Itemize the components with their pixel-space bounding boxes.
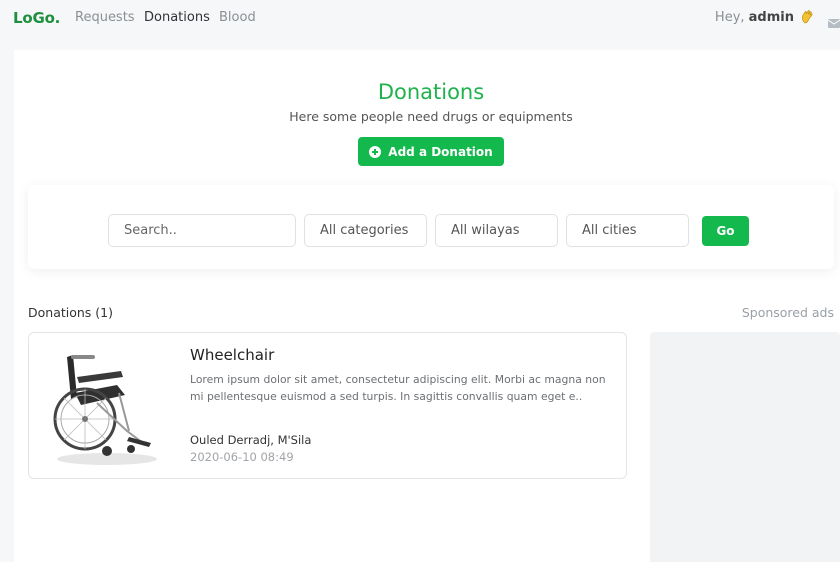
nav-link-blood[interactable]: Blood: [219, 10, 256, 25]
sponsored-ads-label: Sponsored ads: [741, 305, 834, 320]
add-donation-button[interactable]: Add a Donation: [358, 137, 504, 166]
card-title[interactable]: Wheelchair: [190, 346, 274, 364]
city-select[interactable]: All cities: [566, 214, 689, 247]
add-donation-label: Add a Donation: [388, 144, 493, 159]
ads-box: [650, 332, 840, 562]
navbar: LoGo. Requests Donations Blood Hey, admi…: [0, 0, 840, 36]
card-description: Lorem ipsum dolor sit amet, consectetur …: [190, 373, 606, 403]
wheelchair-image: [47, 347, 159, 467]
page-subtitle: Here some people need drugs or equipment…: [289, 109, 573, 124]
greeting-prefix: Hey,: [714, 10, 749, 25]
search-input[interactable]: [124, 223, 295, 238]
logo[interactable]: LoGo.: [13, 9, 60, 27]
city-select-value: All cities: [582, 223, 637, 238]
waving-hand-icon: [800, 9, 816, 25]
nav-link-donations[interactable]: Donations: [144, 10, 210, 25]
nav-link-requests[interactable]: Requests: [75, 10, 135, 25]
search-field[interactable]: [108, 214, 296, 247]
go-button[interactable]: Go: [702, 216, 749, 246]
card-date: 2020-06-10 08:49: [190, 450, 294, 464]
mail-icon[interactable]: [827, 13, 840, 28]
donation-card[interactable]: Wheelchair Lorem ipsum dolor sit amet, c…: [28, 332, 627, 479]
category-select[interactable]: All categories: [304, 214, 427, 247]
category-select-value: All categories: [320, 223, 409, 238]
page-title: Donations: [377, 80, 485, 104]
plus-circle-icon: [369, 145, 382, 158]
wilaya-select[interactable]: All wilayas: [435, 214, 558, 247]
user-greeting[interactable]: Hey, admin: [715, 10, 794, 25]
donations-count: Donations (1): [28, 305, 113, 320]
card-location: Ouled Derradj, M'Sila: [190, 433, 312, 447]
wilaya-select-value: All wilayas: [451, 223, 520, 238]
username: admin: [748, 10, 794, 25]
